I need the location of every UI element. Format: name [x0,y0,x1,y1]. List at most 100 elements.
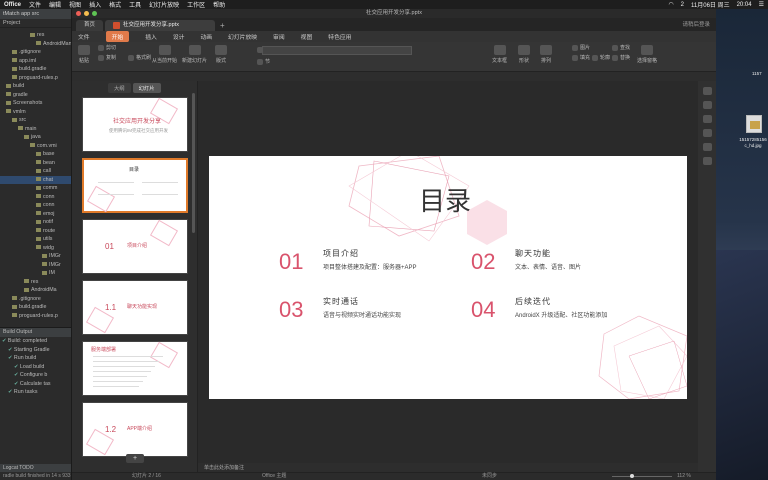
project-tree-item[interactable]: com.vmi [0,142,71,151]
new-tab-button[interactable]: + [220,20,225,31]
menubar-item-insert[interactable]: 插入 [89,0,101,9]
menubar-time[interactable]: 20:04 [737,2,752,8]
toolbar-button[interactable]: 节 [257,58,270,65]
build-output-row[interactable]: ✔ Starting Gradle [0,346,71,355]
project-tree-item[interactable]: java [0,133,71,142]
image-file-icon[interactable] [746,115,762,133]
project-tree-item[interactable]: bean [0,159,71,168]
tool-icon[interactable] [702,129,712,137]
project-tree-item[interactable]: src [0,116,71,125]
toolbar-button[interactable]: 文本框 [492,45,507,64]
toolbar-button[interactable]: 轮廓 [592,54,610,61]
menubar-item-workspace[interactable]: 工作区 [187,0,205,9]
slide-thumbnail[interactable]: 项目介绍 01 [82,219,188,274]
minimize-window-icon[interactable] [84,11,89,16]
ribbon-tab[interactable]: 插入 [145,32,157,41]
tab-outline[interactable]: 大纲 [108,83,131,93]
toolbar-button[interactable]: 新建幻灯片 [182,45,207,64]
menubar-item-help[interactable]: 帮助 [213,0,225,9]
project-tree-item[interactable]: build [0,82,71,91]
build-output-row[interactable]: ✔ Run build [0,354,71,363]
menubar-item-format[interactable]: 格式 [109,0,121,9]
toolbar-button[interactable]: 粘贴 [78,45,90,64]
tool-icon[interactable] [702,87,712,95]
zoom-level[interactable]: 112 % [677,473,691,480]
ide-project-label[interactable]: Project [0,19,71,28]
project-tree-item[interactable]: IMGr [0,261,71,270]
menubar-item-edit[interactable]: 编辑 [49,0,61,9]
ide-bottom-tabs[interactable]: Logcat TODO [0,464,71,472]
menubar-item-view[interactable]: 视图 [69,0,81,9]
slide-thumbnail[interactable]: 服务端部署 [82,341,188,396]
tab-slides[interactable]: 幻灯片 [132,83,161,93]
tool-icon[interactable] [702,157,712,165]
project-tree-item[interactable]: proguard-rules.p [0,74,71,83]
tool-icon[interactable] [702,143,712,151]
zoom-slider[interactable] [612,474,672,478]
project-tree-item[interactable]: IMGr [0,252,71,261]
wifi-icon[interactable]: ◠ [668,1,673,8]
project-tree-item[interactable]: res [0,278,71,287]
toolbar-button[interactable]: 排列 [540,45,552,64]
menubar-date[interactable]: 11月06日 周三 [691,0,730,9]
current-slide[interactable]: 目录 01 项目介绍 项目整体搭建及配置：服务器+APP 02 聊天功能 文本、表情、语音… [209,156,687,399]
project-tree-item[interactable]: chat [0,175,71,184]
project-tree-item[interactable]: .gitignore [0,295,71,304]
project-tree-item[interactable]: res [0,31,71,40]
menubar-app-name[interactable]: Office [4,2,21,8]
project-tree-item[interactable]: comm [0,184,71,193]
project-tree-item[interactable]: .gitignore [0,48,71,57]
slide-thumbnail[interactable]: 社交应用开发分享 使用腾讯IM完成社交应用开发 [82,97,188,152]
toolbar-button[interactable]: 复制 [98,54,116,61]
project-tree-item[interactable]: widg [0,244,71,253]
ribbon-tab[interactable]: 视图 [301,32,313,41]
notes-area[interactable]: 单击此处添加备注 [198,463,698,472]
toolbar-button[interactable]: 格式刷 [128,54,151,61]
project-tree-item[interactable]: Screenshots [0,99,71,108]
slide-thumbnail[interactable]: 聊天功能实现 1.1 [82,280,188,335]
toolbar-button[interactable]: 选择窗格 [637,45,657,64]
tab-document[interactable]: 社交应用开发分享.pptx [105,20,216,31]
zoom-window-icon[interactable] [92,11,97,16]
thumbnail-scrollbar[interactable] [192,93,195,233]
build-output-row[interactable]: ✔ Load build [0,363,71,372]
project-tree-item[interactable]: IM [0,269,71,278]
ribbon-tab[interactable]: 动画 [200,32,212,41]
project-tree-item[interactable]: AndroidMan [0,40,71,49]
build-output-row[interactable]: ✔ Build: completed [0,337,71,346]
project-tree-item[interactable]: build.gradle [0,65,71,74]
toolbar-button[interactable]: 查找 [612,44,630,51]
build-output-row[interactable]: ✔ Calculate tas [0,380,71,389]
ribbon-tab[interactable]: 审阅 [273,32,285,41]
project-tree-item[interactable]: AndroidMa [0,286,71,295]
backup-status[interactable]: 未同步 [482,473,497,480]
project-tree-item[interactable]: proguard-rules.p [0,312,71,321]
menubar-item-slideshow[interactable]: 幻灯片放映 [149,0,179,9]
toolbar-button[interactable]: 填充 [572,54,590,61]
project-tree-item[interactable]: gradle [0,91,71,100]
toolbar-button[interactable]: 剪切 [98,44,116,51]
project-tree-item[interactable]: call [0,167,71,176]
ribbon-tab[interactable]: 设计 [173,32,185,41]
slide-thumbnail[interactable]: APP端介绍 1.2 [82,402,188,457]
ribbon-tab[interactable]: 文件 [78,32,90,41]
menubar-item-tools[interactable]: 工具 [129,0,141,9]
notification-count[interactable]: 2 [681,2,684,8]
project-tree-item[interactable]: build.gradle [0,303,71,312]
project-tree-item[interactable]: notif [0,218,71,227]
toolbar-button[interactable]: 版式 [215,45,227,64]
tab-home[interactable]: 首页 [76,20,104,31]
ribbon-tab[interactable]: 开始 [105,31,130,42]
project-tree-item[interactable]: base [0,150,71,159]
toolbar-button[interactable]: 从当前开始 [152,45,177,64]
toolbar-button[interactable]: 形状 [518,45,530,64]
zoom-slider-knob[interactable] [630,474,634,478]
ribbon-tab[interactable]: 特色应用 [328,32,351,41]
build-output-row[interactable]: ✔ Configure b [0,371,71,380]
toolbar-button[interactable]: 图片 [572,44,590,51]
project-tree-item[interactable]: app.iml [0,57,71,66]
project-tree-item[interactable]: utils [0,235,71,244]
slide-thumbnail[interactable]: 目录 [82,158,188,213]
desktop-file-label[interactable]: 15157285156 c_hd.jpg [738,137,768,149]
ribbon-tab[interactable]: 幻灯片放映 [228,32,257,41]
